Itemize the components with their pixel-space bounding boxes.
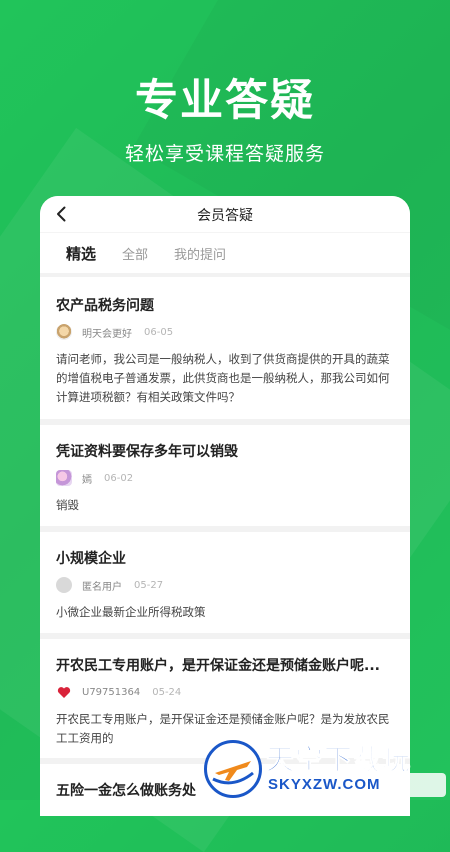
question-card[interactable]: 凭证资料要保存多年可以销毁 嫣 06-02 销毁 bbox=[40, 425, 410, 526]
question-title: 农产品税务问题 bbox=[56, 298, 154, 314]
author-name: U79751364 bbox=[82, 686, 141, 698]
author-name: 嫣 bbox=[82, 474, 92, 486]
navbar: 会员答疑 bbox=[40, 196, 410, 232]
tab-all[interactable]: 全部 bbox=[122, 244, 148, 263]
question-date: 05-24 bbox=[152, 686, 182, 698]
question-meta: 嫣 06-02 bbox=[56, 470, 394, 486]
watermark-text: 天空下载玩 bbox=[265, 743, 412, 777]
question-title: 小规模企业 bbox=[56, 551, 126, 567]
question-meta: U79751364 05-24 bbox=[56, 684, 394, 700]
avatar bbox=[56, 324, 72, 340]
page-title: 会员答疑 bbox=[197, 208, 253, 224]
hero-title: 专业答疑 bbox=[135, 76, 315, 126]
tab-my-questions[interactable]: 我的提问 bbox=[174, 244, 226, 263]
question-date: 06-02 bbox=[104, 472, 134, 484]
avatar bbox=[56, 470, 72, 486]
question-title: 开农民工专用账户，是开保证金还是预储金账户呢... bbox=[56, 658, 380, 674]
question-title: 凭证资料要保存多年可以销毁 bbox=[56, 444, 238, 460]
avatar bbox=[56, 577, 72, 593]
question-meta: 匿名用户 05-27 bbox=[56, 577, 394, 593]
question-body: 销毁 bbox=[56, 498, 79, 512]
question-date: 05-27 bbox=[134, 579, 164, 591]
hero-subtitle: 轻松享受课程答疑服务 bbox=[124, 143, 325, 165]
question-card[interactable]: 小规模企业 匿名用户 05-27 小微企业最新企业所得税政策 bbox=[40, 532, 410, 633]
question-body: 小微企业最新企业所得税政策 bbox=[56, 605, 206, 619]
heart-avatar-icon bbox=[56, 684, 72, 700]
tab-bar: 精选 全部 我的提问 bbox=[40, 232, 410, 273]
question-date: 06-05 bbox=[144, 326, 174, 338]
question-body: 请问老师，我公司是一般纳税人，收到了供货商提供的开具的蔬菜的增值税电子普通发票，… bbox=[56, 352, 390, 404]
airplane-icon bbox=[212, 761, 254, 785]
question-meta: 明天会更好 06-05 bbox=[56, 324, 394, 340]
tab-featured[interactable]: 精选 bbox=[66, 243, 96, 264]
watermark: 天空下载玩 SKYXZW.COM bbox=[200, 736, 450, 800]
author-name: 明天会更好 bbox=[82, 328, 132, 340]
watermark-logo bbox=[204, 740, 262, 798]
phone-screen: 会员答疑 精选 全部 我的提问 农产品税务问题 明天会更好 06-05 请问老师… bbox=[40, 196, 410, 816]
author-name: 匿名用户 bbox=[82, 581, 122, 593]
watermark-url: SKYXZW.COM bbox=[268, 776, 381, 793]
question-card[interactable]: 农产品税务问题 明天会更好 06-05 请问老师，我公司是一般纳税人，收到了供货… bbox=[40, 277, 410, 419]
